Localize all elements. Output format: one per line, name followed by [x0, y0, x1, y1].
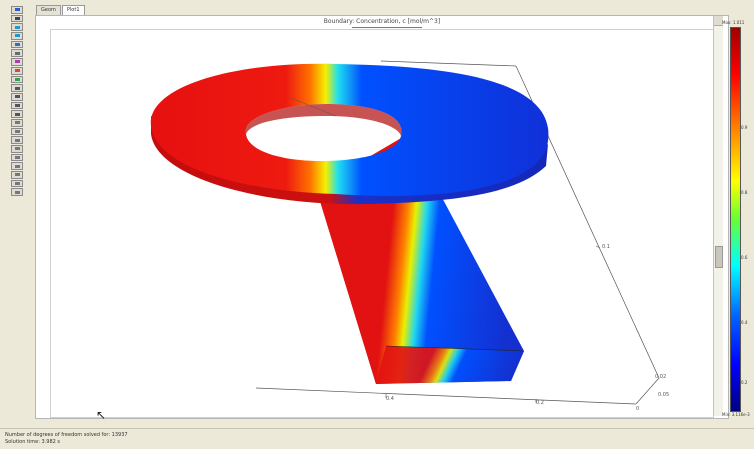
tick-label: 0.1 [602, 244, 610, 250]
animation-icon[interactable] [11, 188, 23, 197]
colorbar-max-label: Max: 1.011 [722, 20, 745, 25]
view-front-icon[interactable] [11, 118, 23, 127]
3d-plot-canvas[interactable] [36, 16, 728, 418]
tick-label: 0.4 [386, 396, 394, 402]
colorbar-tick: 0.8 [741, 190, 748, 195]
axes-orientation-icon: ↖ [96, 408, 107, 422]
tick-label: 0.2 [536, 400, 544, 406]
zoom-out-icon[interactable] [11, 92, 23, 101]
rotate-icon[interactable] [11, 14, 23, 23]
headlight-icon[interactable] [11, 145, 23, 153]
plot-window[interactable]: Boundary: Concentration, c [mol/m^3] 0.4… [35, 15, 729, 422]
view-side-icon[interactable] [11, 136, 23, 144]
zoom-extents-icon[interactable] [11, 110, 23, 118]
colorbar-tick: 0.2 [741, 380, 748, 385]
colorbar-min-label: Min: 3.116e-3 [722, 412, 750, 417]
status-dof: Number of degrees of freedom solved for:… [5, 432, 128, 438]
colorbar-tick: 0.4 [741, 320, 748, 325]
colorbar-tick: 0.9 [741, 125, 748, 130]
boundary-mode-icon[interactable] [11, 40, 23, 49]
lighting-icon[interactable] [11, 153, 23, 162]
zoom-window-icon[interactable] [11, 101, 23, 110]
edge-mode-icon[interactable] [11, 32, 23, 40]
status-bar: Number of degrees of freedom solved for:… [0, 428, 754, 449]
vertical-toolbar [4, 6, 30, 197]
plot-icon[interactable] [11, 75, 23, 84]
zoom-in-icon[interactable] [11, 84, 23, 92]
tick-label: 0.02 [655, 374, 667, 380]
mesh-icon[interactable] [11, 58, 23, 66]
view-top-icon[interactable] [11, 127, 23, 136]
status-solution-time: Solution time: 3.982 s [5, 439, 61, 445]
subdomain-mode-icon[interactable] [11, 49, 23, 58]
solve-icon[interactable] [11, 66, 23, 75]
colorbar-tick: 0.6 [741, 255, 748, 260]
axis-scale-icon[interactable] [11, 171, 23, 179]
point-mode-icon[interactable] [11, 23, 23, 32]
tick-label: 0 [636, 406, 640, 412]
scroll-thumb[interactable] [715, 246, 723, 268]
vertical-scrollbar[interactable] [713, 16, 723, 416]
stem-front-face [376, 346, 524, 384]
transparency-icon[interactable] [11, 162, 23, 171]
tick-label: 0.05 [658, 392, 670, 398]
colorbar [730, 27, 741, 412]
camera-icon[interactable] [11, 179, 23, 188]
draw-mode-icon[interactable] [11, 6, 23, 14]
